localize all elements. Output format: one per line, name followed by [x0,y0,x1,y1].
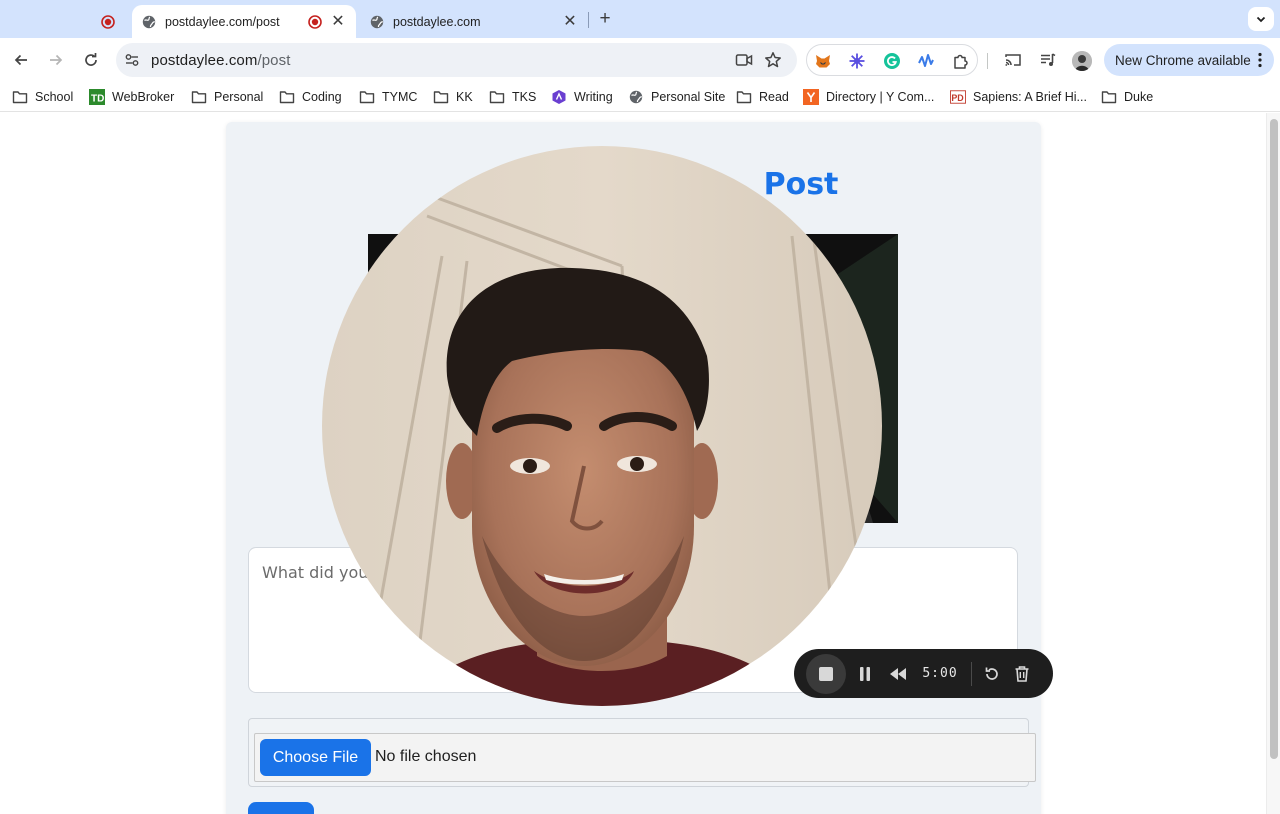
folder-icon [191,89,207,105]
folder-icon [279,89,295,105]
bookmark-personal-site[interactable]: Personal Site [628,88,725,106]
back-button[interactable] [11,50,31,70]
file-upload-group: Choose File No file chosen [248,718,1036,787]
choose-file-button[interactable]: Choose File [260,739,371,776]
controls-divider [971,662,972,686]
td-logo-icon: TD [89,89,105,105]
queue-music-icon [1041,53,1056,66]
folder-icon [1101,89,1117,105]
globe-icon [142,15,156,28]
url-path: /post [257,52,291,69]
bookmark-ycombinator[interactable]: Directory | Y Com... [803,88,934,106]
file-input[interactable]: Choose File No file chosen [254,733,1036,782]
svg-text:PD: PD [951,93,964,103]
tab-home[interactable]: postdaylee.com ✕ [360,5,588,38]
recording-indicator-icon [308,14,322,29]
browser-toolbar: postdaylee.com/post New Chrome available [0,38,1280,83]
tab-search-button[interactable] [1248,7,1274,31]
pause-icon [860,666,870,681]
toolbar-divider [987,53,988,69]
bookmark-read[interactable]: Read [736,88,789,106]
rewind-recording-button[interactable] [885,661,911,686]
arrow-right-icon [50,54,63,66]
bookmarks-bar: School TD WebBroker Personal Coding TYMC… [0,83,1280,112]
arrow-left-icon [14,54,27,66]
tab-title: postdaylee.com/post [165,14,280,29]
extensions-group [806,44,978,76]
puzzle-extensions-icon[interactable] [952,52,970,70]
submit-button[interactable] [248,802,314,814]
new-tab-plus-icon[interactable]: + [596,9,614,28]
bookmark-tymc[interactable]: TYMC [359,88,417,106]
page-scrollbar[interactable] [1266,113,1280,814]
update-label: New Chrome available [1115,52,1251,68]
bookmark-school[interactable]: School [12,88,73,106]
delete-recording-button[interactable] [1009,661,1035,686]
sparkle-extension-icon[interactable] [848,52,866,70]
y-combinator-icon [803,89,819,105]
pause-recording-button[interactable] [852,661,878,686]
scrollbar-thumb[interactable] [1270,119,1278,759]
globe-icon [370,15,384,28]
tab-divider [588,12,589,28]
trash-icon [1015,665,1029,682]
camera-in-use-icon[interactable] [735,52,753,68]
bookmark-kk[interactable]: KK [433,88,473,106]
webcam-feed [322,146,882,706]
tab-post[interactable]: postdaylee.com/post ✕ [132,5,356,38]
folder-icon [489,89,505,105]
new-chrome-available-button[interactable]: New Chrome available [1104,44,1274,76]
bookmark-personal[interactable]: Personal [191,88,263,106]
stop-icon [819,667,833,681]
webcam-bubble[interactable] [322,146,882,706]
folder-icon [433,89,449,105]
pinned-tab[interactable] [92,5,124,38]
bookmark-star-icon[interactable] [764,51,782,69]
reload-button[interactable] [81,50,101,70]
profile-avatar[interactable] [1072,51,1092,71]
file-status: No file chosen [375,748,477,765]
reload-icon [85,53,97,66]
folder-icon [12,89,28,105]
bookmark-sapiens[interactable]: PD Sapiens: A Brief Hi... [950,88,1087,106]
bookmark-coding[interactable]: Coding [279,88,342,106]
media-controls-button[interactable] [1039,51,1057,69]
site-settings-icon[interactable] [124,52,140,68]
folder-icon [359,89,375,105]
cast-button[interactable] [1004,51,1022,69]
forward-button[interactable] [46,50,66,70]
url-host: postdaylee.com [151,52,258,69]
restart-icon [985,667,998,680]
tab-title: postdaylee.com [393,14,481,29]
writing-logo-icon [551,89,567,105]
bookmark-duke[interactable]: Duke [1101,88,1153,106]
bookmark-tks[interactable]: TKS [489,88,536,106]
recording-timer: 5:00 [922,666,958,681]
tab-strip: postdaylee.com/post ✕ postdaylee.com ✕ + [0,0,1280,38]
grammarly-extension-icon[interactable] [883,52,901,70]
recording-indicator-icon [101,14,115,29]
metamask-extension-icon[interactable] [814,52,832,70]
restart-recording-button[interactable] [979,661,1005,686]
folder-icon [736,89,752,105]
bookmark-webbroker[interactable]: TD WebBroker [89,88,174,106]
close-tab-icon[interactable]: ✕ [330,13,346,30]
pd-logo-icon: PD [950,89,966,105]
url-text: postdaylee.com/post [151,52,291,69]
bookmark-writing[interactable]: Writing [551,88,613,106]
stop-recording-button[interactable] [806,654,846,694]
cast-icon [1005,54,1021,66]
recording-controls: 5:00 [794,649,1053,698]
close-tab-icon[interactable]: ✕ [562,13,578,30]
rewind-icon [890,667,906,680]
address-bar[interactable]: postdaylee.com/post [116,43,797,77]
voice-extension-icon[interactable] [917,52,935,70]
svg-text:TD: TD [91,94,104,105]
chevron-down-icon [1256,16,1266,23]
kebab-menu-icon [1258,52,1262,68]
globe-icon [628,89,644,105]
